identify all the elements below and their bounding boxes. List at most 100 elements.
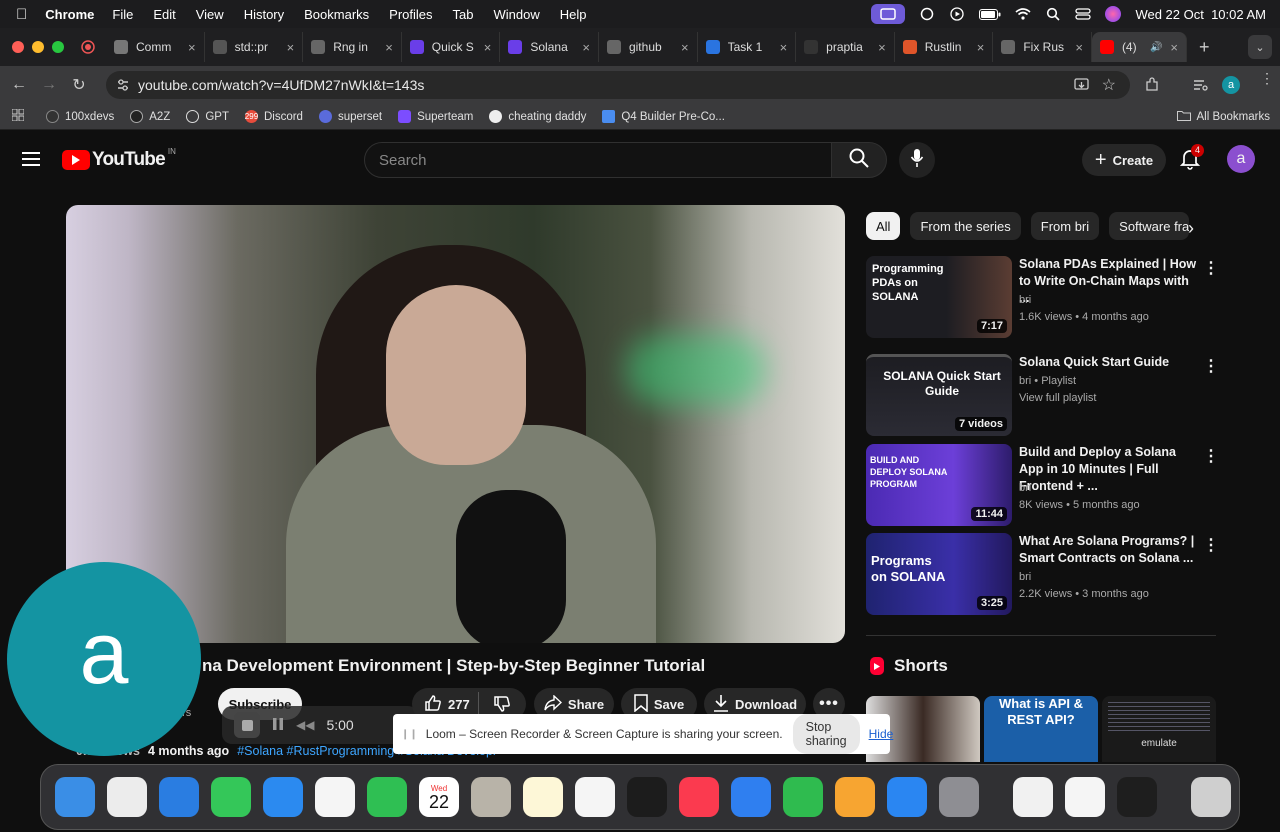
bookmark-superteam[interactable]: Superteam (398, 110, 473, 123)
close-tab-icon[interactable]: × (188, 40, 196, 55)
create-button[interactable]: + Create (1082, 144, 1166, 176)
vscode-icon[interactable] (1065, 777, 1105, 817)
menu-history[interactable]: History (244, 7, 284, 22)
chevron-right-icon[interactable]: › (1188, 218, 1194, 239)
bookmark-q4-builder[interactable]: Q4 Builder Pre-Co... (602, 110, 725, 123)
list-item[interactable]: SOLANA Quick Start Guide 7 videos Solana… (866, 354, 1219, 436)
pause-button[interactable] (272, 717, 284, 734)
keynote-icon[interactable] (731, 777, 771, 817)
stop-recording-button[interactable] (234, 712, 260, 738)
menu-window[interactable]: Window (494, 7, 540, 22)
mail-icon[interactable] (263, 777, 303, 817)
photos-icon[interactable] (315, 777, 355, 817)
tab-4[interactable]: Solana × (500, 32, 599, 62)
bookmark-superset[interactable]: superset (318, 110, 382, 123)
minimize-window-button[interactable] (32, 41, 44, 53)
calendar-icon[interactable]: Wed 22 (419, 777, 459, 817)
list-item[interactable]: Programs on SOLANA 3:25 What Are Solana … (866, 533, 1219, 615)
chip-from-the-series[interactable]: From the series (910, 212, 1021, 240)
video-thumbnail[interactable]: Programming PDAs on SOLANA 7:17 (866, 256, 1012, 338)
apple-icon[interactable]:  (16, 6, 27, 23)
reading-list-icon[interactable] (1192, 77, 1208, 98)
close-tab-icon[interactable]: × (977, 40, 985, 55)
chrome-menu-icon[interactable]: ⋮ (1260, 71, 1274, 85)
terminal-icon[interactable] (1117, 777, 1157, 817)
close-tab-icon[interactable]: × (1075, 40, 1083, 55)
tab-10[interactable]: (4) 🔊 × (1091, 32, 1187, 62)
channel-name[interactable]: bri (1019, 569, 1031, 586)
apps-grid-icon[interactable] (11, 108, 25, 124)
control-center-icon[interactable] (1075, 6, 1092, 22)
all-bookmarks[interactable]: All Bookmarks (1176, 110, 1270, 124)
bookmark-star-icon[interactable]: ☆ (1102, 75, 1116, 95)
rewind-icon[interactable]: ◀◀ (296, 718, 314, 732)
zoom-window-button[interactable] (52, 41, 64, 53)
notifications-button[interactable]: 4 (1179, 144, 1205, 175)
screen-share-icon[interactable] (871, 4, 906, 24)
channel-name[interactable]: bri (1019, 292, 1031, 309)
channel-name[interactable]: bri (1019, 480, 1031, 497)
notes-icon[interactable] (523, 777, 563, 817)
video-thumbnail[interactable]: Programs on SOLANA 3:25 (866, 533, 1012, 615)
pages-icon[interactable] (835, 777, 875, 817)
extensions-icon[interactable] (1144, 77, 1160, 98)
new-tab-button[interactable]: + (1199, 37, 1210, 58)
menu-profiles[interactable]: Profiles (389, 7, 432, 22)
tv-icon[interactable] (627, 777, 667, 817)
menu-view[interactable]: View (196, 7, 224, 22)
numbers-icon[interactable] (783, 777, 823, 817)
more-options-icon[interactable]: ⋮ (1203, 356, 1219, 376)
list-item[interactable]: BUILD AND DEPLOY SOLANA PROGRAM 11:44 Bu… (866, 444, 1219, 526)
bookmark-100xdevs[interactable]: 100xdevs (46, 110, 114, 123)
contacts-icon[interactable] (471, 777, 511, 817)
video-thumbnail[interactable]: BUILD AND DEPLOY SOLANA PROGRAM 11:44 (866, 444, 1012, 526)
facetime-icon[interactable] (367, 777, 407, 817)
video-player[interactable] (66, 205, 845, 643)
video-title[interactable]: Solana PDAs Explained | How to Write On-… (1019, 256, 1199, 307)
chip-software[interactable]: Software fra (1109, 212, 1190, 240)
tab-5[interactable]: github × (599, 32, 698, 62)
more-options-icon[interactable]: ⋮ (1203, 258, 1219, 278)
forward-button[interactable]: → (34, 76, 64, 94)
menubar-datetime[interactable]: Wed 22 Oct 10:02 AM (1135, 7, 1266, 22)
spotlight-search-icon[interactable] (1045, 6, 1061, 22)
more-options-icon[interactable]: ⋮ (1203, 446, 1219, 466)
close-window-button[interactable] (12, 41, 24, 53)
siri-icon[interactable] (1105, 6, 1122, 22)
record-icon[interactable] (78, 40, 98, 54)
close-tab-icon[interactable]: × (1170, 40, 1178, 55)
stop-sharing-button[interactable]: Stop sharing (792, 714, 860, 754)
music-icon[interactable] (679, 777, 719, 817)
menu-file[interactable]: File (112, 7, 133, 22)
address-bar[interactable]: youtube.com/watch?v=4UfDM27nWkI&t=143s ☆ (106, 71, 1130, 99)
drag-handle-icon[interactable]: ❙❙ (401, 729, 418, 740)
menu-tab[interactable]: Tab (453, 7, 474, 22)
tab-2[interactable]: Rng in × (303, 32, 402, 62)
voice-search-button[interactable] (899, 142, 935, 178)
close-tab-icon[interactable]: × (780, 40, 788, 55)
launchpad-icon[interactable] (107, 777, 147, 817)
finder-icon[interactable] (55, 777, 95, 817)
short-thumbnail[interactable]: What is API & REST API? (984, 696, 1098, 762)
chip-all[interactable]: All (866, 212, 901, 240)
hamburger-menu-icon[interactable] (22, 152, 40, 171)
close-tab-icon[interactable]: × (484, 40, 492, 55)
search-input[interactable]: Search (364, 142, 832, 178)
close-tab-icon[interactable]: × (681, 40, 689, 55)
tab-9[interactable]: Fix Rus × (993, 32, 1092, 62)
close-tab-icon[interactable]: × (582, 40, 590, 55)
play-icon[interactable] (949, 6, 965, 22)
video-title[interactable]: What Are Solana Programs? | Smart Contra… (1019, 533, 1199, 567)
more-options-icon[interactable]: ⋮ (1203, 535, 1219, 555)
short-thumbnail[interactable]: emulate (1102, 696, 1216, 762)
messages-icon[interactable] (211, 777, 251, 817)
menu-help[interactable]: Help (560, 7, 587, 22)
list-item[interactable]: Programming PDAs on SOLANA 7:17 Solana P… (866, 256, 1219, 338)
back-button[interactable]: ← (4, 76, 34, 94)
tab-3[interactable]: Quick S × (402, 32, 501, 62)
safari-icon[interactable] (159, 777, 199, 817)
bookmark-a2z[interactable]: A2Z (130, 110, 170, 123)
site-info-icon[interactable] (116, 78, 130, 95)
loom-camera-bubble[interactable]: a (7, 562, 201, 756)
menu-bookmarks[interactable]: Bookmarks (304, 7, 369, 22)
